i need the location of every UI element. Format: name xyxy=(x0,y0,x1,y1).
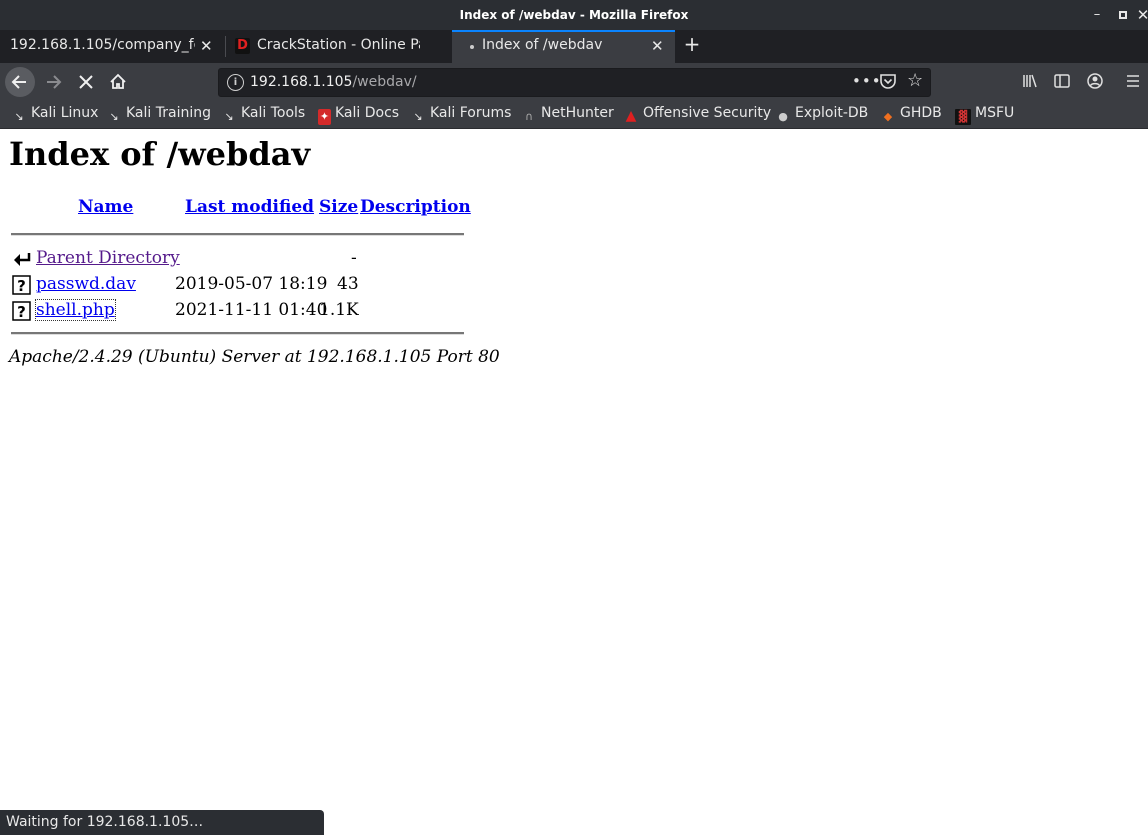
address-url[interactable]: 192.168.1.105/webdav/ xyxy=(250,74,417,90)
server-signature: Apache/2.4.29 (Ubuntu) Server at 192.168… xyxy=(9,347,500,367)
tab-company-folder[interactable]: 192.168.1.105/company_fol ✕ xyxy=(0,30,224,63)
bookmark-label: Kali Tools xyxy=(241,105,306,121)
table-row: ? shell.php 2021-11-11 01:40 1.1K xyxy=(9,299,469,324)
back-arrow-icon xyxy=(11,75,26,89)
size-cell: 1.1K xyxy=(319,300,359,320)
kali-dragon-icon: ↘ xyxy=(413,110,423,123)
pocket-icon[interactable] xyxy=(879,72,897,94)
bookmark-kali-tools[interactable]: ↘ Kali Tools xyxy=(221,105,305,123)
address-bar[interactable]: i 192.168.1.105/webdav/ ••• ☆ xyxy=(218,68,931,97)
svg-text:?: ? xyxy=(17,303,26,321)
unknown-file-icon: ? xyxy=(12,301,31,321)
library-icon[interactable] xyxy=(1021,72,1039,90)
size-cell: - xyxy=(351,248,357,268)
forward-button[interactable] xyxy=(39,67,69,97)
bookmark-label: Kali Training xyxy=(126,105,211,121)
shell-php-link[interactable]: shell.php xyxy=(35,299,116,321)
kali-dragon-icon: ↘ xyxy=(109,110,119,123)
passwd-dav-link[interactable]: passwd.dav xyxy=(36,274,136,294)
window-titlebar: Index of /webdav - Mozilla Firefox – ✕ xyxy=(0,0,1148,30)
table-row: Parent Directory - xyxy=(9,248,469,272)
modified-cell: 2019-05-07 18:19 xyxy=(175,274,328,294)
table-row: ? passwd.dav 2019-05-07 18:19 43 xyxy=(9,274,469,298)
sort-by-description-link[interactable]: Description xyxy=(360,197,471,217)
tab-label: Index of /webdav xyxy=(482,37,603,53)
minimize-icon[interactable]: – xyxy=(1088,6,1106,24)
close-tab-icon[interactable]: ✕ xyxy=(200,37,213,55)
status-text: Waiting for 192.168.1.105… xyxy=(6,814,204,830)
tab-crackstation[interactable]: D CrackStation - Online Pa xyxy=(226,30,450,63)
header-rule xyxy=(11,233,464,236)
page-heading: Index of /webdav xyxy=(9,135,311,173)
bookmark-label: Kali Forums xyxy=(430,105,512,121)
bookmark-kali-training[interactable]: ↘ Kali Training xyxy=(106,105,211,123)
bookmark-nethunter[interactable]: ∩ NetHunter xyxy=(521,105,614,123)
close-tab-icon[interactable]: ✕ xyxy=(651,37,664,55)
menu-icon[interactable] xyxy=(1124,72,1142,90)
sort-by-modified-link[interactable]: Last modified xyxy=(185,197,314,217)
modified-cell: 2021-11-11 01:40 xyxy=(175,300,328,320)
site-info-icon[interactable]: i xyxy=(227,74,244,91)
exploit-db-icon: ● xyxy=(778,110,788,123)
sidebar-icon[interactable] xyxy=(1053,72,1071,90)
bookmark-star-icon[interactable]: ☆ xyxy=(907,70,923,91)
kali-docs-icon: ✦ xyxy=(318,109,331,125)
tab-index-webdav[interactable]: Index of /webdav ✕ xyxy=(452,30,675,63)
parent-directory-icon xyxy=(14,253,31,266)
home-icon xyxy=(110,73,126,89)
ghdb-icon: ◆ xyxy=(883,110,893,123)
kali-dragon-icon: ↘ xyxy=(224,110,234,123)
bookmark-label: Kali Linux xyxy=(31,105,99,121)
msfu-icon: ▓ xyxy=(955,109,971,125)
parent-directory-link[interactable]: Parent Directory xyxy=(36,248,180,268)
unknown-file-icon: ? xyxy=(12,275,31,295)
stop-button[interactable] xyxy=(71,67,101,97)
offsec-icon: ▲ xyxy=(625,108,637,124)
bookmark-label: MSFU xyxy=(975,105,1015,121)
bookmark-exploit-db[interactable]: ● Exploit-DB xyxy=(775,105,868,123)
tab-strip: 192.168.1.105/company_fol ✕ D CrackStati… xyxy=(0,30,1148,63)
bookmark-label: Kali Docs xyxy=(335,105,400,121)
url-host: 192.168.1.105 xyxy=(250,74,353,90)
back-button[interactable] xyxy=(5,67,35,97)
sort-by-size-link[interactable]: Size xyxy=(319,197,358,217)
kali-dragon-icon: ↘ xyxy=(14,110,24,123)
window-title: Index of /webdav - Mozilla Firefox xyxy=(459,8,689,22)
bookmark-label: Offensive Security xyxy=(643,105,772,121)
status-bar: Waiting for 192.168.1.105… xyxy=(0,810,324,835)
bookmark-label: NetHunter xyxy=(541,105,614,121)
size-cell: 43 xyxy=(337,274,359,294)
account-icon[interactable] xyxy=(1086,72,1104,90)
bookmark-ghdb[interactable]: ◆ GHDB xyxy=(880,105,942,123)
tab-label: CrackStation - Online Pa xyxy=(257,37,420,53)
bookmarks-toolbar: ↘ Kali Linux ↘ Kali Training ↘ Kali Tools ✦… xyxy=(0,100,1148,129)
forward-arrow-icon xyxy=(47,75,62,89)
nethunter-icon: ∩ xyxy=(524,110,534,123)
crackstation-favicon-icon: D xyxy=(235,38,250,54)
home-button[interactable] xyxy=(103,67,133,97)
loading-dot-icon xyxy=(470,45,474,49)
bookmark-label: GHDB xyxy=(900,105,942,121)
navigation-toolbar: i 192.168.1.105/webdav/ ••• ☆ xyxy=(0,63,1148,100)
bookmark-offensive-security[interactable]: ▲ Offensive Security xyxy=(623,105,772,124)
page-actions-icon[interactable]: ••• xyxy=(852,72,882,90)
bookmark-label: Exploit-DB xyxy=(795,105,869,121)
new-tab-icon[interactable]: + xyxy=(681,32,703,56)
bookmark-kali-docs[interactable]: ✦ Kali Docs xyxy=(318,105,400,125)
tab-label: 192.168.1.105/company_fol xyxy=(10,37,195,53)
stop-icon xyxy=(79,75,93,89)
page-content: Index of /webdav Name Last modified Size… xyxy=(0,129,1148,809)
bookmark-kali-forums[interactable]: ↘ Kali Forums xyxy=(410,105,511,123)
footer-rule xyxy=(11,332,464,335)
svg-text:?: ? xyxy=(17,277,26,295)
close-window-icon[interactable]: ✕ xyxy=(1134,6,1148,24)
sort-by-name-link[interactable]: Name xyxy=(78,197,133,217)
maximize-icon[interactable] xyxy=(1114,6,1132,24)
bookmark-kali-linux[interactable]: ↘ Kali Linux xyxy=(11,105,98,123)
bookmark-msfu[interactable]: ▓ MSFU xyxy=(955,105,1015,125)
url-path: /webdav/ xyxy=(352,74,417,90)
